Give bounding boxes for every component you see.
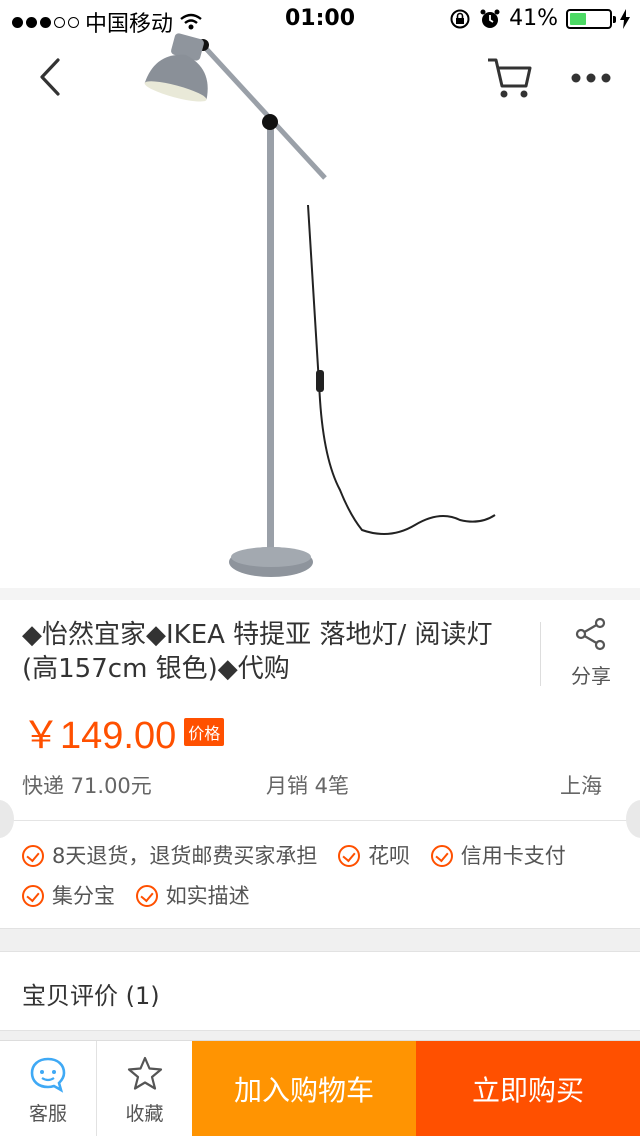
monthly-sales: 月销 4笔 xyxy=(266,774,350,798)
divider xyxy=(0,820,640,821)
product-image[interactable] xyxy=(0,0,640,600)
reviews-section[interactable]: 宝贝评价 (1) xyxy=(0,952,640,1030)
service-item: 8天退货，退货邮费买家承担 xyxy=(22,838,317,874)
divider xyxy=(0,588,640,600)
status-bar: 中国移动 01:00 41% xyxy=(0,0,640,40)
alarm-icon xyxy=(480,9,500,28)
charging-bolt-icon xyxy=(620,8,630,29)
customer-service-label: 客服 xyxy=(28,1103,67,1125)
share-icon xyxy=(575,617,606,651)
service-item: 集分宝 xyxy=(22,878,115,914)
battery-fill xyxy=(570,12,586,25)
section-gap xyxy=(0,928,640,952)
service-label: 花呗 xyxy=(368,844,411,868)
check-circle-icon xyxy=(135,885,158,907)
battery-percent: 41% xyxy=(509,6,558,31)
more-button[interactable] xyxy=(566,60,616,96)
ship-location: 上海 xyxy=(560,774,602,798)
ticket-notch xyxy=(0,800,14,838)
service-item: 信用卡支付 xyxy=(430,838,566,874)
service-label: 8天退货，退货邮费买家承担 xyxy=(52,844,318,868)
service-label: 如实描述 xyxy=(165,884,250,908)
share-button[interactable]: 分享 xyxy=(560,616,622,689)
back-button[interactable] xyxy=(28,52,78,102)
shopping-cart-icon xyxy=(488,58,532,98)
add-to-cart-button[interactable]: 加入购物车 xyxy=(192,1041,416,1136)
service-label: 信用卡支付 xyxy=(460,844,566,868)
price-row: ￥149.00 价格 xyxy=(22,704,225,759)
more-horizontal-icon xyxy=(571,73,611,83)
star-icon xyxy=(127,1056,163,1090)
service-item: 花呗 xyxy=(338,838,410,874)
check-circle-icon xyxy=(22,885,44,907)
battery-icon xyxy=(566,8,616,29)
service-label: 集分宝 xyxy=(52,884,115,908)
favorite-label: 收藏 xyxy=(125,1103,164,1125)
service-item: 如实描述 xyxy=(135,878,250,914)
cart-button[interactable] xyxy=(484,52,536,102)
check-circle-icon xyxy=(22,845,44,867)
product-meta-row: 快递 71.00元 月销 4笔 上海 xyxy=(0,770,640,800)
bottom-action-bar: 客服 收藏 加入购物车 立即购买 xyxy=(0,1040,640,1136)
check-circle-icon xyxy=(430,845,453,867)
chat-bubble-icon xyxy=(30,1057,66,1093)
floor-lamp-image xyxy=(144,33,496,577)
product-title-row: ◆怡然宜家◆IKEA 特提亚 落地灯/ 阅读灯(高157cm 银色)◆代购 分享 xyxy=(0,600,640,700)
customer-service-button[interactable]: 客服 xyxy=(0,1041,96,1136)
status-right: 41% xyxy=(449,6,630,31)
ticket-notch xyxy=(626,800,640,838)
rotation-lock-icon xyxy=(450,9,470,28)
check-circle-icon xyxy=(338,845,361,867)
divider xyxy=(540,622,541,686)
reviews-label: 宝贝评价 (1) xyxy=(22,982,160,1010)
product-title: ◆怡然宜家◆IKEA 特提亚 落地灯/ 阅读灯(高157cm 银色)◆代购 xyxy=(22,620,493,684)
shipping-fee: 快递 71.00元 xyxy=(22,774,152,798)
buy-now-button[interactable]: 立即购买 xyxy=(416,1041,640,1136)
price-tag-badge: 价格 xyxy=(184,717,225,746)
chevron-left-icon xyxy=(40,58,60,96)
product-price: ￥149.00 xyxy=(22,715,177,757)
service-guarantees[interactable]: 8天退货，退货邮费买家承担 花呗 信用卡支付 集分宝 如实描述 xyxy=(22,838,622,918)
share-label: 分享 xyxy=(571,664,611,688)
favorite-button[interactable]: 收藏 xyxy=(96,1041,192,1136)
